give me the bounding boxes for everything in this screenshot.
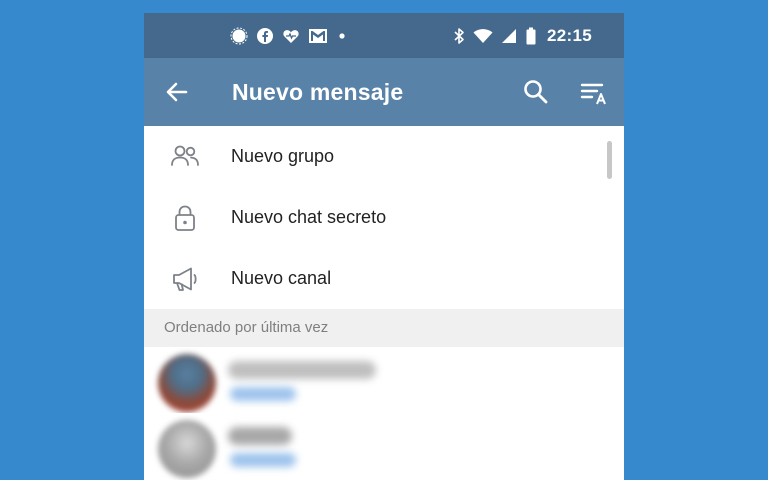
contacts-section-header: Ordenado por última vez	[144, 309, 624, 347]
section-label: Ordenado por última vez	[164, 319, 329, 336]
megaphone-icon	[170, 265, 200, 293]
new-channel-item[interactable]: Nuevo canal	[144, 248, 624, 309]
search-button[interactable]	[522, 78, 550, 106]
contact-status-blurred	[230, 387, 296, 401]
cell-signal-icon	[500, 27, 518, 45]
contact-status-blurred	[230, 453, 296, 467]
back-button[interactable]	[164, 79, 190, 105]
group-icon	[170, 143, 200, 171]
scrollbar[interactable]	[607, 141, 612, 179]
avatar	[158, 354, 216, 412]
contact-row[interactable]	[144, 413, 624, 479]
search-icon	[524, 80, 548, 104]
lock-icon	[170, 204, 200, 232]
more-dot-icon	[336, 27, 348, 45]
signal-app-icon	[230, 27, 248, 45]
app-bar: Nuevo mensaje	[144, 58, 624, 126]
health-heart-icon	[282, 27, 300, 45]
avatar	[158, 420, 216, 478]
new-group-item[interactable]: Nuevo grupo	[144, 126, 624, 187]
page-title: Nuevo mensaje	[232, 79, 404, 105]
wifi-icon	[473, 27, 493, 45]
sort-button[interactable]	[580, 80, 610, 106]
notification-icons	[230, 13, 348, 58]
contact-name-blurred	[228, 361, 376, 379]
phone-screen: 22:15 Nuevo mensaje Nuevo grupo Nuevo ch…	[144, 13, 624, 480]
bluetooth-icon	[452, 27, 466, 45]
gmail-icon	[308, 27, 328, 45]
system-icons: 22:15	[452, 13, 592, 58]
contact-row[interactable]	[144, 347, 624, 413]
menu-item-label: Nuevo canal	[231, 268, 332, 288]
status-bar: 22:15	[144, 13, 624, 58]
contact-name-blurred	[228, 427, 292, 445]
back-arrow-icon	[166, 82, 188, 102]
menu-item-label: Nuevo grupo	[231, 146, 335, 166]
menu-item-label: Nuevo chat secreto	[231, 207, 387, 227]
facebook-icon	[256, 27, 274, 45]
sort-alpha-icon	[580, 83, 606, 105]
new-secret-chat-item[interactable]: Nuevo chat secreto	[144, 187, 624, 248]
status-time: 22:15	[547, 25, 592, 45]
battery-icon	[525, 27, 537, 45]
